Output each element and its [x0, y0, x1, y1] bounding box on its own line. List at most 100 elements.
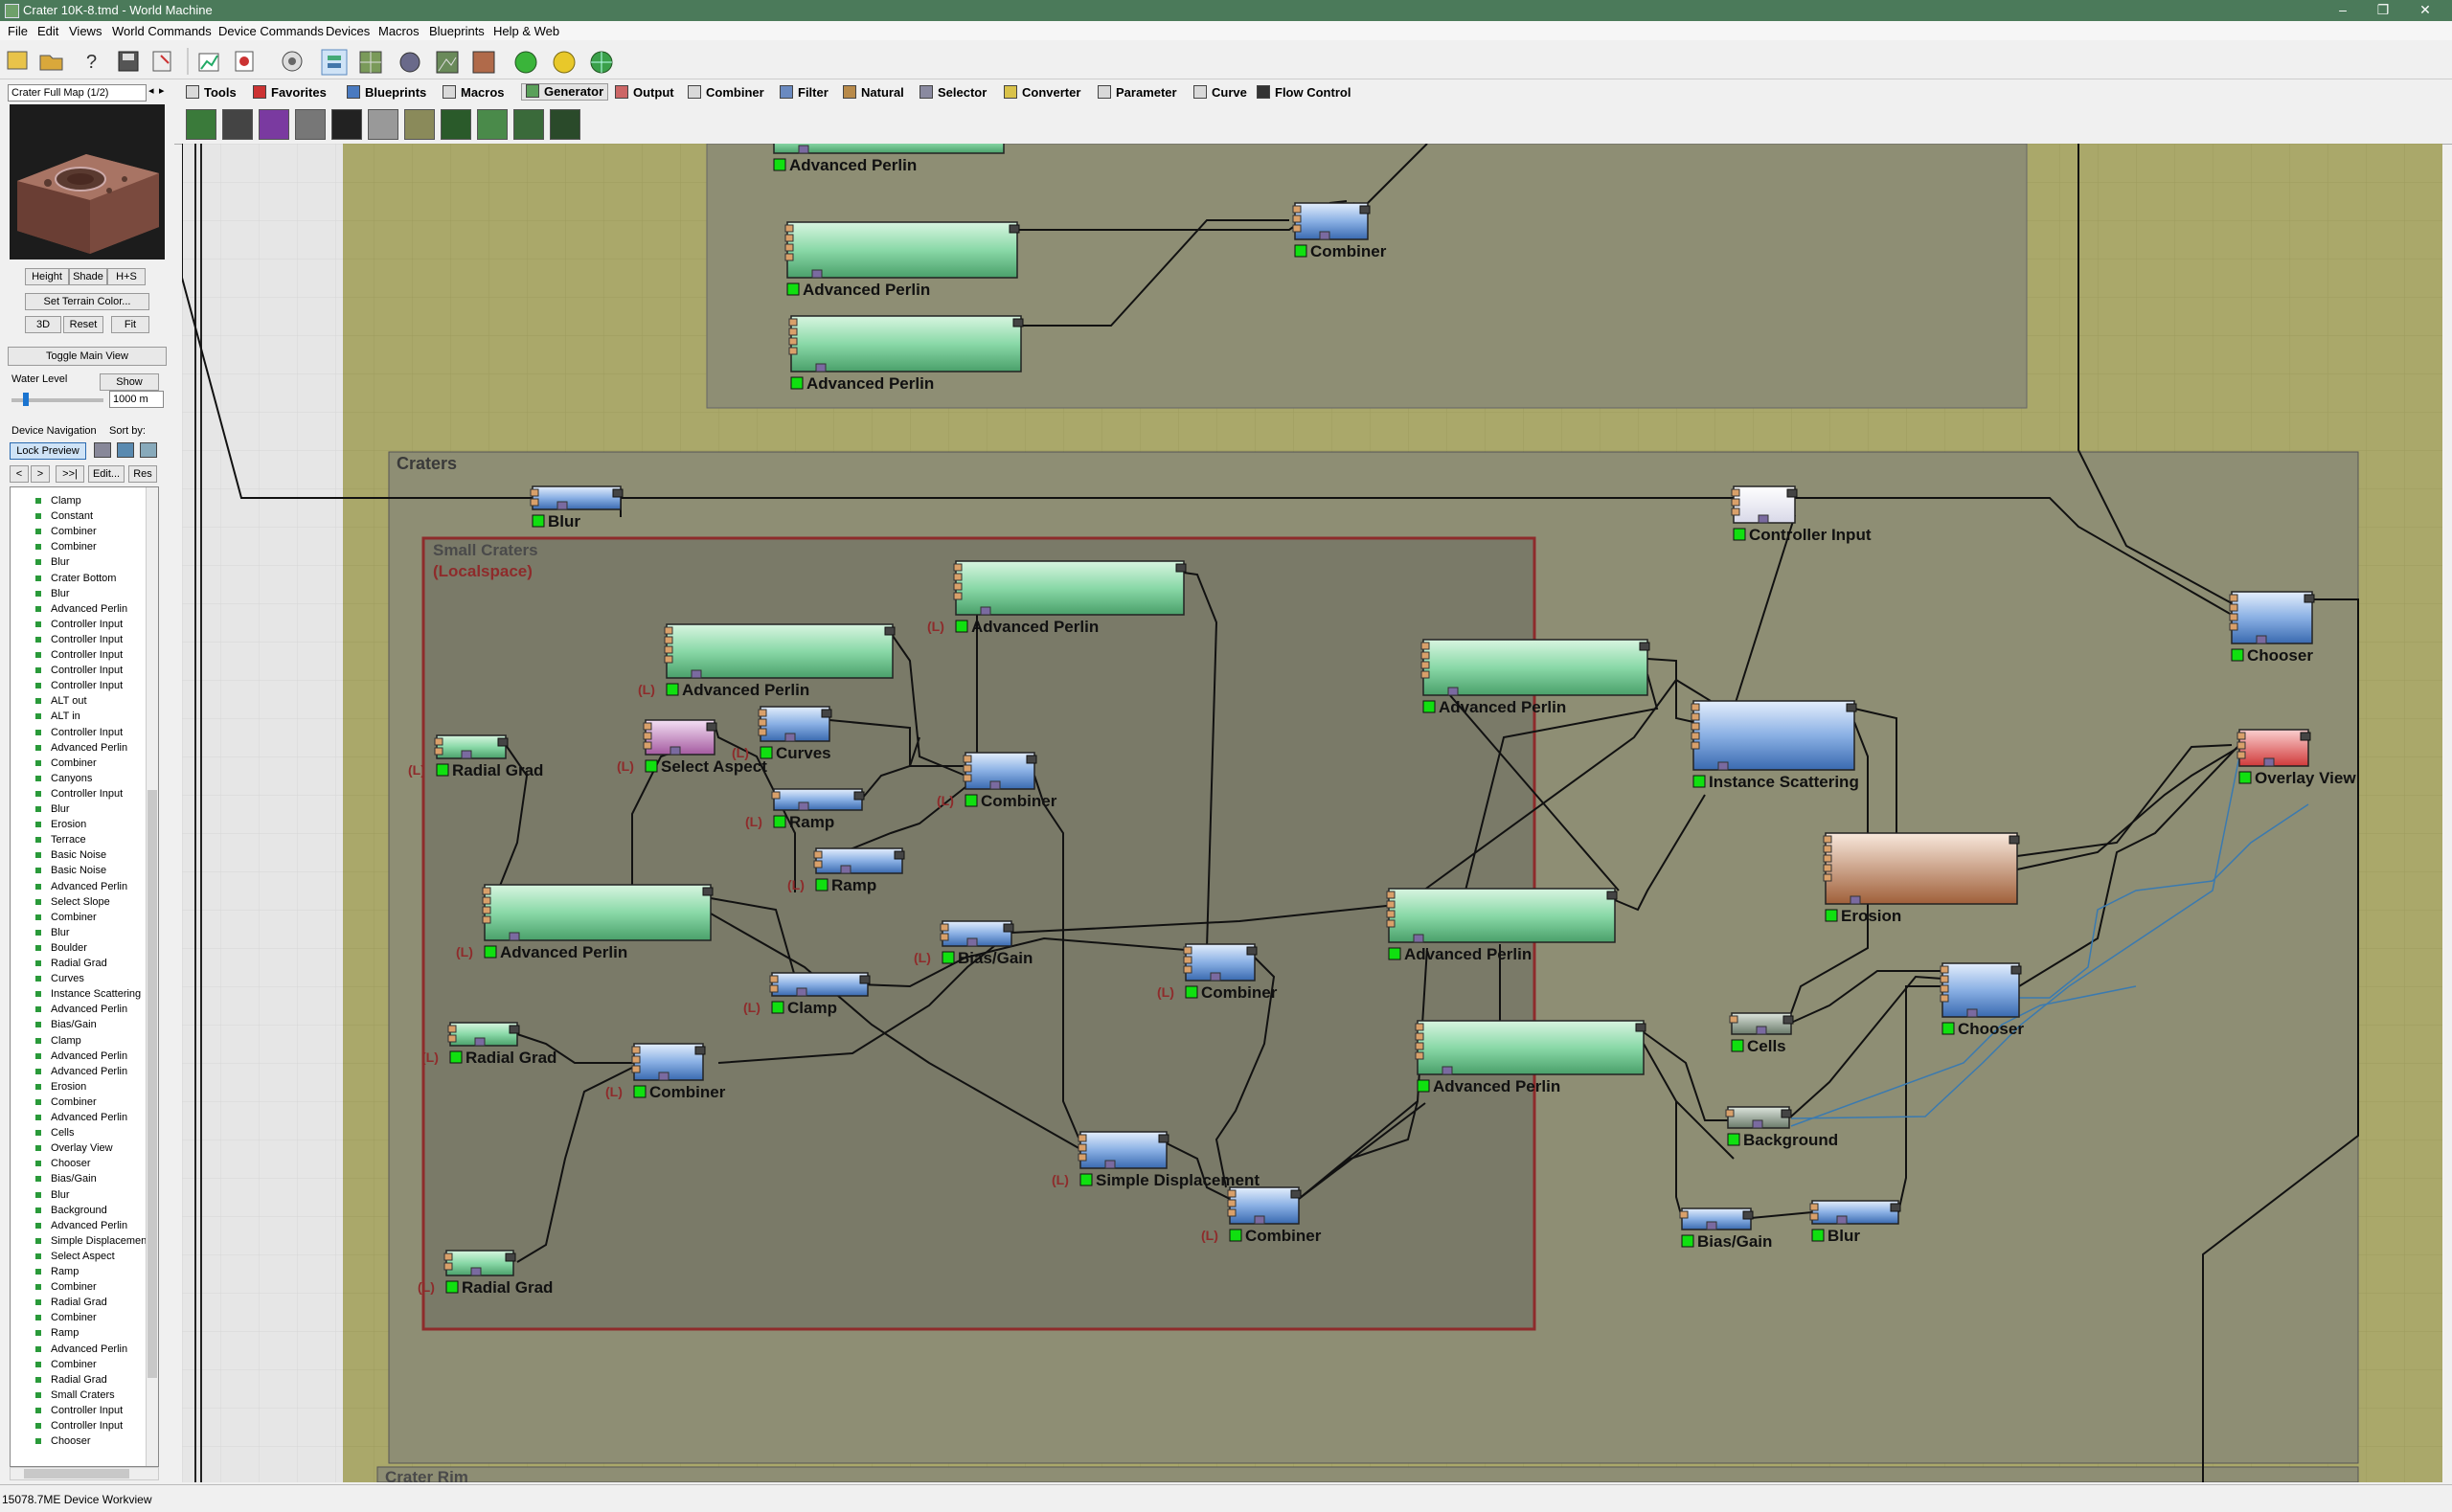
- input-port[interactable]: [1227, 1199, 1237, 1207]
- list-item[interactable]: Controller Input: [51, 1418, 123, 1433]
- node-preview-tab[interactable]: [1442, 1066, 1453, 1075]
- list-item[interactable]: ALT in: [51, 709, 80, 724]
- input-port[interactable]: [1809, 1212, 1819, 1221]
- input-port[interactable]: [953, 592, 963, 600]
- tab-filter[interactable]: Filter: [780, 85, 829, 101]
- nav-end-button[interactable]: >>|: [56, 465, 84, 483]
- list-item[interactable]: Small Craters: [51, 1388, 115, 1403]
- render-view-icon[interactable]: [472, 51, 495, 74]
- input-port[interactable]: [963, 774, 972, 782]
- node-preview-tab[interactable]: [798, 145, 809, 154]
- list-item[interactable]: Combiner: [51, 524, 97, 539]
- node-preview-tab[interactable]: [1752, 1119, 1763, 1129]
- report-icon[interactable]: [235, 51, 254, 72]
- input-port[interactable]: [1183, 946, 1192, 955]
- list-item[interactable]: Controller Input: [51, 1403, 123, 1418]
- input-port[interactable]: [1420, 642, 1430, 650]
- input-port[interactable]: [643, 741, 652, 750]
- node-preview-tab[interactable]: [1254, 1215, 1265, 1225]
- list-item[interactable]: Blur: [51, 586, 70, 601]
- world-view-icon[interactable]: [399, 52, 420, 73]
- input-port[interactable]: [664, 636, 673, 644]
- input-port[interactable]: [2236, 732, 2246, 740]
- list-item[interactable]: Controller Input: [51, 678, 123, 693]
- input-port[interactable]: [2229, 613, 2238, 621]
- generator-gradient-icon[interactable]: [368, 109, 398, 140]
- minimize-button[interactable]: –: [2324, 0, 2362, 21]
- device-node-body[interactable]: [815, 847, 903, 874]
- input-port[interactable]: [482, 915, 491, 924]
- output-port[interactable]: [706, 722, 717, 732]
- list-item[interactable]: Bias/Gain: [51, 1017, 97, 1032]
- list-item[interactable]: Simple Displacemen: [51, 1233, 147, 1249]
- output-port[interactable]: [1786, 488, 1798, 498]
- menu-world-commands[interactable]: World Commands: [112, 24, 212, 38]
- water-slider-thumb[interactable]: [23, 393, 29, 406]
- output-port[interactable]: [1158, 1134, 1169, 1143]
- input-port[interactable]: [1823, 864, 1832, 872]
- sort-by-type-icon[interactable]: [94, 442, 111, 458]
- tab-flow-control[interactable]: Flow Control: [1257, 85, 1351, 101]
- input-port[interactable]: [1386, 900, 1396, 909]
- input-port[interactable]: [758, 718, 767, 727]
- generator-constant-icon[interactable]: [295, 109, 326, 140]
- output-port[interactable]: [1635, 1023, 1646, 1032]
- input-port[interactable]: [643, 732, 652, 740]
- build-globe-icon[interactable]: [590, 51, 613, 74]
- list-item[interactable]: Blur: [51, 925, 70, 940]
- output-port[interactable]: [2009, 835, 2020, 845]
- input-port[interactable]: [1386, 891, 1396, 899]
- list-item[interactable]: Advanced Perlin: [51, 740, 127, 756]
- output-port[interactable]: [1246, 946, 1258, 956]
- node-status-indicator[interactable]: [773, 815, 786, 828]
- device-list-hscroll[interactable]: [10, 1467, 159, 1480]
- list-item[interactable]: Select Aspect: [51, 1249, 115, 1264]
- node-preview-tab[interactable]: [556, 501, 568, 510]
- input-port[interactable]: [1078, 1143, 1087, 1152]
- output-port[interactable]: [1009, 224, 1020, 234]
- input-port[interactable]: [1940, 975, 1949, 983]
- device-node-body[interactable]: [1294, 202, 1369, 240]
- output-port[interactable]: [509, 1025, 520, 1034]
- node-preview-tab[interactable]: [670, 746, 681, 756]
- tab-parameter[interactable]: Parameter: [1098, 85, 1177, 101]
- input-port[interactable]: [2229, 594, 2238, 602]
- input-port[interactable]: [940, 933, 949, 941]
- tab-tools[interactable]: Tools: [186, 85, 237, 101]
- input-port[interactable]: [788, 327, 798, 336]
- shade-mode-button[interactable]: Shade: [69, 268, 107, 285]
- node-preview-tab[interactable]: [691, 669, 702, 679]
- node-status-indicator[interactable]: [815, 878, 829, 891]
- node-preview-tab[interactable]: [509, 932, 520, 941]
- output-port[interactable]: [1003, 923, 1014, 933]
- list-item[interactable]: Combiner: [51, 1357, 97, 1372]
- terrain-preview[interactable]: [10, 104, 165, 260]
- input-port[interactable]: [1415, 1023, 1424, 1031]
- node-status-indicator[interactable]: [1692, 775, 1706, 788]
- input-port[interactable]: [953, 582, 963, 591]
- list-item[interactable]: Controller Input: [51, 725, 123, 740]
- node-status-indicator[interactable]: [786, 282, 800, 296]
- list-item[interactable]: Advanced Perlin: [51, 1002, 127, 1017]
- list-item[interactable]: Boulder: [51, 940, 87, 956]
- water-show-button[interactable]: Show: [100, 373, 159, 391]
- input-port[interactable]: [1731, 488, 1740, 497]
- output-port[interactable]: [612, 488, 624, 498]
- input-port[interactable]: [482, 906, 491, 914]
- input-port[interactable]: [788, 347, 798, 355]
- device-list-scrollbar[interactable]: [146, 487, 158, 1466]
- list-item[interactable]: Basic Noise: [51, 863, 106, 878]
- list-item[interactable]: ALT out: [51, 693, 87, 709]
- list-item[interactable]: Advanced Perlin: [51, 601, 127, 617]
- device-node-body[interactable]: [771, 972, 869, 997]
- generator-terrain-icon[interactable]: [186, 109, 216, 140]
- node-status-indicator[interactable]: [760, 746, 773, 759]
- node-status-indicator[interactable]: [1294, 244, 1307, 258]
- output-port[interactable]: [1175, 563, 1187, 573]
- fit-view-button[interactable]: Fit: [111, 316, 149, 333]
- generator-scatter-icon[interactable]: [441, 109, 471, 140]
- tab-selector[interactable]: Selector: [920, 85, 987, 101]
- node-preview-tab[interactable]: [796, 987, 807, 997]
- tab-curve[interactable]: Curve: [1193, 85, 1247, 101]
- tab-combiner[interactable]: Combiner: [688, 85, 764, 101]
